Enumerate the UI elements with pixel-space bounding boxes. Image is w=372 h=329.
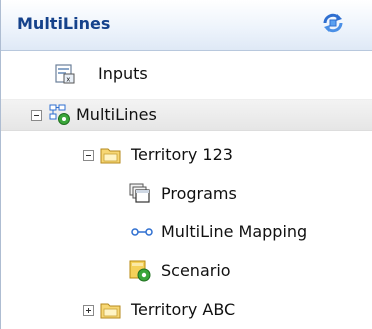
tree-item-inputs[interactable]: x Inputs xyxy=(1,58,372,90)
tree-item-label: MultiLines xyxy=(76,105,157,124)
stacked-windows-icon xyxy=(129,183,151,205)
refresh-icon xyxy=(323,13,343,33)
collapse-toggle[interactable] xyxy=(31,110,42,121)
tree-item-scenario[interactable]: Scenario xyxy=(1,255,372,287)
tree-item-territory-abc[interactable]: Territory ABC xyxy=(1,294,372,326)
refresh-button[interactable] xyxy=(320,10,346,36)
expand-toggle[interactable] xyxy=(83,305,94,316)
tree-item-label: MultiLine Mapping xyxy=(161,222,308,241)
tree-item-label: Programs xyxy=(161,184,237,203)
multilines-panel: MultiLines x Inputs MultiLines Territory… xyxy=(0,0,372,329)
folder-icon xyxy=(100,144,122,166)
panel-title: MultiLines xyxy=(17,14,111,33)
tree-item-multiline-mapping[interactable]: MultiLine Mapping xyxy=(1,216,372,248)
svg-text:x: x xyxy=(66,76,70,84)
tree-item-programs[interactable]: Programs xyxy=(1,178,372,210)
collapse-toggle[interactable] xyxy=(83,150,94,161)
tree-item-territory-123[interactable]: Territory 123 xyxy=(1,139,372,171)
mapping-link-icon xyxy=(131,222,153,244)
tree-item-label: Territory 123 xyxy=(131,145,233,164)
tree-item-multilines[interactable]: MultiLines xyxy=(1,99,372,131)
tree-item-label: Territory ABC xyxy=(131,300,236,319)
form-icon: x xyxy=(54,63,76,85)
network-gear-icon xyxy=(49,104,71,126)
tree-item-label: Inputs xyxy=(98,64,148,83)
scenario-gear-icon xyxy=(129,260,151,282)
panel-header: MultiLines xyxy=(1,0,372,51)
folder-icon xyxy=(100,299,122,321)
tree-item-label: Scenario xyxy=(161,261,231,280)
